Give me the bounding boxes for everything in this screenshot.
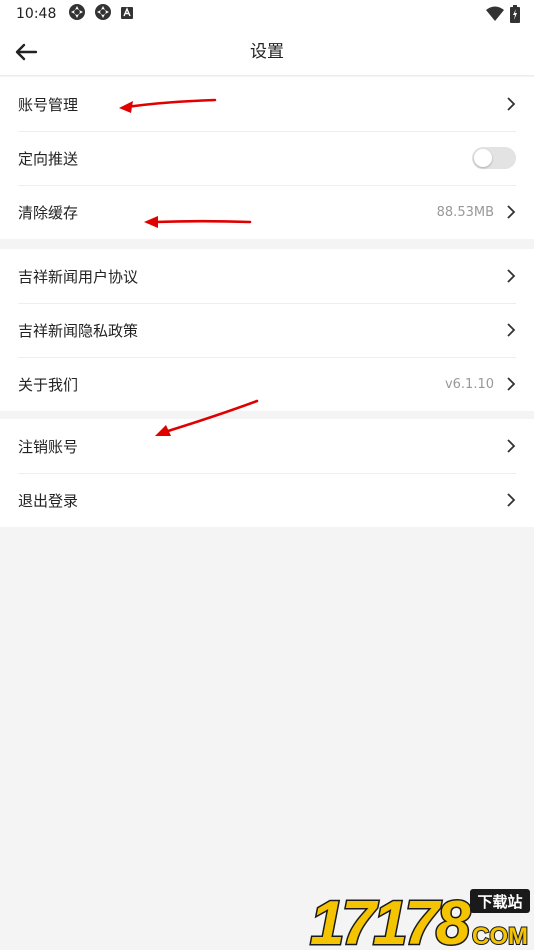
chevron-right-icon (507, 269, 516, 283)
status-time: 10:48 (16, 6, 57, 22)
cache-size: 88.53MB (436, 204, 494, 220)
chevron-right-icon (507, 439, 516, 453)
row-label: 清除缓存 (18, 203, 79, 222)
watermark-domain: COM (472, 923, 528, 950)
row-label: 关于我们 (18, 375, 79, 394)
row-label: 吉祥新闻隐私政策 (18, 321, 139, 340)
row-label: 账号管理 (18, 95, 79, 114)
row-logout[interactable]: 退出登录 (0, 473, 534, 527)
row-clear-cache[interactable]: 清除缓存 88.53MB (0, 185, 534, 239)
site-watermark: 17178 下载站 COM (309, 888, 530, 950)
settings-group-about: 吉祥新闻用户协议 吉祥新闻隐私政策 关于我们 v6.1.10 (0, 249, 534, 411)
row-targeted-push: 定向推送 (0, 131, 534, 185)
row-delete-account[interactable]: 注销账号 (0, 419, 534, 473)
targeted-push-toggle[interactable] (472, 147, 516, 169)
settings-group-session: 注销账号 退出登录 (0, 419, 534, 527)
row-label: 吉祥新闻用户协议 (18, 267, 139, 286)
chevron-right-icon (507, 377, 516, 391)
chevron-right-icon (507, 97, 516, 111)
row-label: 定向推送 (18, 149, 79, 168)
row-about-us[interactable]: 关于我们 v6.1.10 (0, 357, 534, 411)
notification-icon (120, 5, 134, 24)
page-title: 设置 (250, 42, 284, 62)
settings-screen: 10:48 设置 账号管理 定向推送 清除缓存 88.53MB 吉祥新闻用户协议… (0, 0, 534, 950)
row-label: 注销账号 (18, 437, 79, 456)
status-bar: 10:48 (0, 0, 534, 28)
header: 设置 (0, 28, 534, 76)
watermark-badge: 下载站 (477, 893, 522, 911)
sync-icon (94, 3, 112, 25)
app-version: v6.1.10 (444, 376, 494, 392)
row-label: 退出登录 (18, 491, 79, 510)
wifi-icon (486, 6, 504, 26)
chevron-right-icon (507, 205, 516, 219)
row-privacy-policy[interactable]: 吉祥新闻隐私政策 (0, 303, 534, 357)
annotation-arrow (119, 98, 217, 113)
row-user-agreement[interactable]: 吉祥新闻用户协议 (0, 249, 534, 303)
status-right (486, 5, 520, 27)
settings-group-account: 账号管理 定向推送 清除缓存 88.53MB (0, 77, 534, 239)
watermark-number: 17178 (310, 889, 471, 950)
chevron-right-icon (507, 493, 516, 507)
sync-icon (68, 3, 86, 25)
chevron-right-icon (507, 323, 516, 337)
toggle-knob (474, 149, 492, 167)
battery-icon (510, 5, 520, 27)
annotation-arrow (144, 216, 252, 228)
annotation-arrow (155, 399, 259, 436)
row-account-management[interactable]: 账号管理 (0, 77, 534, 131)
